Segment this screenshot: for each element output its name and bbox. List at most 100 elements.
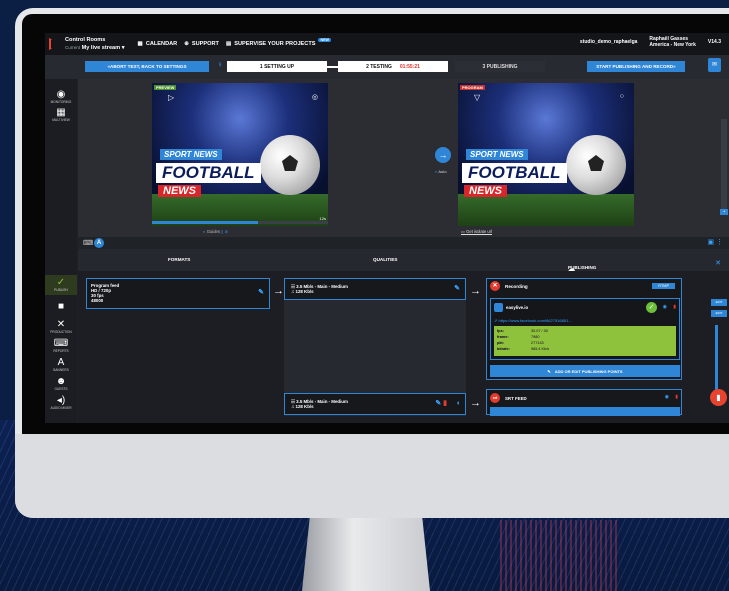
rail-audio[interactable]: ◂) AUDIO MIXER — [45, 395, 77, 410]
publishing-panel: Program feed HD / 720p 30 fps 48000 ✎ → … — [78, 271, 729, 423]
quality-card[interactable]: ☷ 3.5 Mb/s - Main - Medium ♫ 128 Kb/s ✎ — [284, 278, 466, 300]
quality-card[interactable]: ☷ 3.5 Mb/s - Main - Medium ♫ 128 Kb/s ✎ … — [284, 393, 466, 415]
preview-player[interactable]: SPORT NEWS FOOTBALL NEWS PREVIEW ▷ ◎ 12s — [152, 83, 328, 226]
srt-header: srt SRT FEED — [490, 393, 527, 403]
project-switcher[interactable]: Control Rooms Current My live stream ▾ — [65, 37, 125, 52]
corner-badge[interactable]: ◂ — [720, 209, 728, 215]
circle-icon[interactable]: ○ — [620, 93, 624, 100]
edit-pencil-icon[interactable]: ✎ — [258, 289, 264, 296]
rail-monitoring[interactable]: ◉ MONITORING — [45, 89, 77, 104]
app-subtitle: Current — [65, 44, 81, 50]
graphic-line2: FOOTBALL — [156, 163, 261, 183]
rail-label: MONITORING — [50, 100, 72, 104]
srt-action-bar[interactable] — [490, 407, 680, 416]
close-icon[interactable]: ✕ — [715, 259, 721, 267]
top-bar: Control Rooms Current My live stream ▾ ▦… — [45, 33, 729, 55]
text-avatar-icon[interactable]: A — [94, 238, 104, 248]
format-card[interactable]: Program feed HD / 720p 30 fps 48000 ✎ — [86, 278, 270, 309]
side-edit-button-1[interactable]: EDIT — [711, 299, 727, 306]
facebook-logo-icon — [494, 303, 503, 312]
recording-card[interactable]: ✕ Recording RTMP easylive.io ✓ ◉ ▮ ⇗ http… — [486, 278, 682, 380]
start-publishing-label: START PUBLISHING AND RECORD — [596, 64, 674, 69]
graphic-line2: FOOTBALL — [462, 163, 567, 183]
abort-test-button[interactable]: « ABORT TEST, BACK TO SETTINGS — [85, 61, 209, 72]
nav-calendar[interactable]: ▦ CALENDAR — [138, 41, 178, 47]
studio-selector[interactable]: studio_demo_raphaelga — [580, 39, 638, 45]
facebook-link[interactable]: ⇗ https://www.facebook.com/6627516851... — [494, 318, 572, 323]
stat-row: bitrate: 965.4 Kb/s — [497, 346, 673, 352]
trash-icon[interactable]: ▮ — [675, 394, 678, 400]
keyboard-icon: ⌨ — [53, 338, 69, 349]
program-player[interactable]: SPORT NEWS FOOTBALL NEWS PROGRAM ▽ ○ — [458, 83, 634, 226]
rail-production[interactable]: ✕ PRODUCTION — [45, 319, 77, 334]
stat-key: bitrate: — [497, 347, 510, 351]
preview-scrollbar[interactable] — [721, 119, 727, 213]
check-icon: ✓ — [646, 302, 657, 313]
arrow-right-icon: → — [470, 397, 481, 409]
preview-duration: 12s — [319, 216, 326, 221]
toggle-icon[interactable]: ◐ — [457, 400, 461, 407]
link-icon[interactable]: ⊘ — [225, 229, 229, 234]
phone-icon[interactable]: ▯ — [221, 229, 223, 234]
copy-icon[interactable]: ▣ ⋮ — [707, 238, 723, 246]
chat-icon[interactable]: ✉ — [708, 58, 721, 72]
srt-title: SRT FEED — [505, 395, 527, 401]
rail-label: PUBLISH — [54, 288, 68, 292]
start-publishing-button[interactable]: START PUBLISHING AND RECORD » — [587, 61, 685, 72]
isolate-url-link[interactable]: ▭ Get isolate url — [461, 229, 492, 234]
take-arrow-button[interactable]: → — [435, 147, 451, 163]
close-circle-icon[interactable]: ✕ — [490, 281, 500, 291]
rail-guests[interactable]: ☻ GUESTS — [45, 376, 77, 391]
nav-supervise[interactable]: ▤ SUPERVISE YOUR PROJECTS NEW — [226, 38, 331, 47]
monitor-stand — [302, 518, 430, 591]
auto-label: Auto — [438, 169, 447, 174]
lightbulb-icon[interactable]: ♀ — [217, 60, 223, 69]
test-timer: 01:55:21 — [399, 63, 420, 70]
formats-header: FORMATS — [168, 257, 191, 262]
stream-name: My live stream — [81, 44, 121, 51]
rail-publish[interactable]: ✓ PUBLISH — [45, 275, 77, 295]
step-setting-up-label: 1 SETTING UP — [259, 63, 295, 70]
quality-line-text: 128 Kb/s — [295, 289, 314, 294]
arrow-right-icon: → — [273, 285, 284, 297]
step-setting-up[interactable]: 1 SETTING UP — [227, 61, 327, 72]
trash-icon[interactable]: ▮ — [673, 304, 676, 310]
edit-pencil-icon[interactable]: ✎ — [454, 285, 460, 292]
guides-toggle[interactable]: ◐ Guides ▯ ⊘ — [203, 229, 228, 234]
user-menu[interactable]: Raphaël Gasses America - New York — [649, 36, 696, 48]
quality-line: ♫ 128 Kb/s — [291, 289, 314, 294]
program-label: PROGRAM — [460, 85, 485, 90]
auto-toggle[interactable]: ◐ Auto — [435, 169, 447, 174]
edit-pencil-icon[interactable]: ✎ ▮ — [435, 400, 447, 407]
screen-icon: ▭ — [461, 229, 465, 234]
trash-icon[interactable]: ▮ — [443, 400, 447, 407]
rail-camera[interactable]: ■ — [45, 301, 77, 312]
nav-support[interactable]: ⊕ SUPPORT — [184, 41, 219, 47]
step-testing[interactable]: 2 TESTING 01:55:21 — [338, 61, 448, 72]
panel-scrollbar[interactable] — [715, 325, 718, 395]
cursor-icon: ▽ — [474, 93, 481, 102]
rail-reports[interactable]: ⌨ REPORTS — [45, 338, 77, 353]
side-edit-button-2[interactable]: EDIT — [711, 310, 727, 317]
easylive-card[interactable]: easylive.io ✓ ◉ ▮ ⇗ https://www.facebook… — [490, 298, 680, 360]
record-icon[interactable]: ◎ — [312, 93, 318, 101]
eye-icon[interactable]: ◉ — [663, 304, 667, 310]
quality-line: ♫ 128 Kb/s — [291, 404, 314, 409]
preview-label: PREVIEW — [154, 85, 177, 90]
srt-card[interactable]: srt SRT FEED ◉ ▮ — [486, 389, 682, 416]
app-title: Control Rooms — [65, 36, 106, 43]
eye-icon[interactable]: ◉ — [665, 394, 669, 400]
graphic-line3: NEWS — [464, 185, 507, 197]
rail-multiview[interactable]: ▦ MULTIVIEW — [45, 107, 77, 122]
help-chat-icon[interactable]: ▮ — [710, 389, 727, 406]
rtmp-badge[interactable]: RTMP — [652, 283, 675, 289]
text-icon: A — [57, 357, 65, 368]
rail-label: AUDIO MIXER — [50, 406, 72, 410]
add-publishing-points-button[interactable]: ✎ ADD OR EDIT PUBLISHING POINTS — [490, 365, 680, 377]
rail-banners[interactable]: A BANNERS — [45, 357, 77, 372]
preview-progress[interactable] — [152, 221, 328, 224]
step-publishing[interactable]: 3 PUBLISHING — [455, 61, 545, 72]
column-headers: FORMATS QUALITIES ☁ PUBLISHING POINTS — [78, 249, 729, 275]
keyboard-icon[interactable]: ⌨ — [83, 239, 93, 247]
step-publishing-label: 3 PUBLISHING — [482, 63, 518, 70]
